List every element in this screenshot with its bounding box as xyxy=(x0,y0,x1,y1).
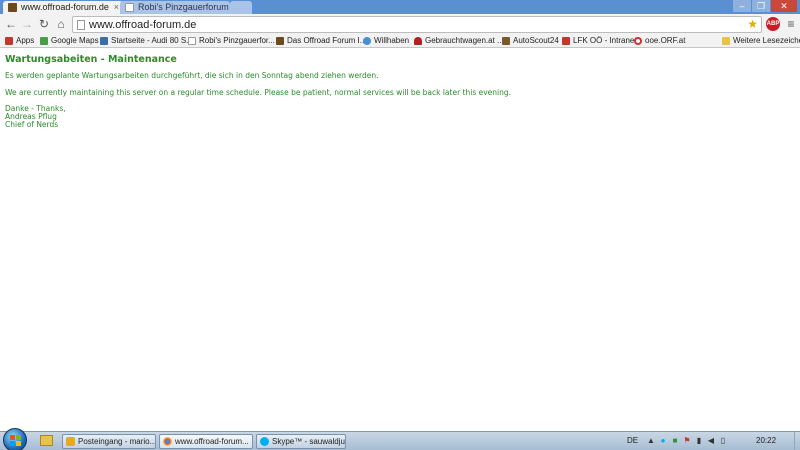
show-hidden-icons-icon[interactable]: ▲ xyxy=(647,436,655,445)
bookmark-ooe-orf[interactable]: ooe.ORF.at xyxy=(634,35,685,47)
windows-taskbar: Posteingang - mario... www.offroad-forum… xyxy=(0,428,800,450)
system-tray: ▲ ● ■ ⚑ ▮ ◀ ▯ xyxy=(647,436,727,445)
page-icon xyxy=(188,37,196,45)
tab-strip: www.offroad-forum.de × Robi's Pinzgauerf… xyxy=(0,0,800,14)
taskbar-item-chrome[interactable]: www.offroad-forum... xyxy=(159,434,253,449)
autoscout-icon xyxy=(502,37,510,45)
network-tray-icon[interactable]: ▮ xyxy=(695,436,703,445)
car-icon xyxy=(414,37,422,45)
signature-line: Danke - Thanks, xyxy=(5,104,66,113)
forward-arrow-icon[interactable]: → xyxy=(20,17,34,31)
folder-icon xyxy=(722,37,730,45)
bookmark-other-folder[interactable]: Weitere Lesezeichen xyxy=(722,35,800,47)
restore-button[interactable]: ❐ xyxy=(752,0,770,12)
bookmarks-bar: Apps Google Maps Startseite - Audi 80 S.… xyxy=(0,35,800,48)
bookmark-label: Apps xyxy=(16,36,35,45)
bookmark-label: Startseite - Audi 80 S... xyxy=(111,36,193,45)
show-desktop-button[interactable] xyxy=(794,432,800,450)
bookmark-label: LFK OÖ - Intranet xyxy=(573,36,637,45)
volume-tray-icon[interactable]: ◀ xyxy=(707,436,715,445)
bookmark-google-maps[interactable]: Google Maps xyxy=(40,35,99,47)
offroad-forum-icon xyxy=(276,37,284,45)
reload-icon[interactable]: ↻ xyxy=(37,17,51,31)
flag-tray-icon[interactable]: ⚑ xyxy=(683,436,691,445)
browser-toolbar: ← → ↻ ⌂ ★ ABP ≡ xyxy=(0,14,800,35)
message-english: We are currently maintaining this server… xyxy=(5,88,512,97)
close-window-button[interactable]: ✕ xyxy=(771,0,797,12)
bookmark-label: Das Offroad Forum I... xyxy=(287,36,367,45)
task-label: Posteingang - mario... xyxy=(78,437,156,446)
signature-title: Chief of Nerds xyxy=(5,120,59,129)
offroad-forum-favicon-icon xyxy=(8,3,17,12)
bookmark-apps[interactable]: Apps xyxy=(5,35,34,47)
lfk-icon xyxy=(562,37,570,45)
url-input[interactable] xyxy=(89,18,729,31)
signature-name: Andreas Pflug xyxy=(5,112,57,121)
taskbar-item-mail[interactable]: Posteingang - mario... xyxy=(62,434,156,449)
task-label: www.offroad-forum... xyxy=(175,437,249,446)
mail-icon xyxy=(66,437,75,446)
skype-icon xyxy=(260,437,269,446)
back-arrow-icon[interactable]: ← xyxy=(4,17,18,31)
orf-icon xyxy=(634,37,642,45)
security-tray-icon[interactable]: ■ xyxy=(671,436,679,445)
close-tab-icon[interactable]: × xyxy=(114,1,119,14)
bookmark-label: Robi's Pinzgauerfor... xyxy=(199,36,275,45)
apps-grid-icon xyxy=(5,37,13,45)
home-icon[interactable]: ⌂ xyxy=(54,17,68,31)
bookmark-lfk-intranet[interactable]: LFK OÖ - Intranet xyxy=(562,35,637,47)
new-tab-button[interactable] xyxy=(230,1,252,14)
system-clock[interactable]: 20:22 xyxy=(756,436,776,445)
bookmark-label: Willhaben xyxy=(374,36,410,45)
extra-tray-icon[interactable]: ▯ xyxy=(719,436,727,445)
google-maps-icon xyxy=(40,37,48,45)
task-label: Skype™ - sauwaldjun... xyxy=(272,437,345,446)
page-favicon-icon xyxy=(125,3,134,12)
minimize-button[interactable]: – xyxy=(733,0,751,12)
message-german: Es werden geplante Wartungsarbeiten durc… xyxy=(5,71,379,80)
bookmark-label: Gebrauchtwagen.at ... xyxy=(425,36,504,45)
bookmark-label: AutoScout24 xyxy=(513,36,559,45)
tab-label: www.offroad-forum.de xyxy=(21,2,109,12)
bookmark-offroad-forum[interactable]: Das Offroad Forum I... xyxy=(276,35,366,47)
chrome-icon xyxy=(163,437,172,446)
adblock-plus-icon[interactable]: ABP xyxy=(766,17,780,31)
maintenance-page: Wartungsabeiten - Maintenance Es werden … xyxy=(5,54,785,129)
window-controls: – ❐ ✕ xyxy=(733,0,797,12)
audi-forum-icon xyxy=(100,37,108,45)
bookmark-label: ooe.ORF.at xyxy=(645,36,686,45)
explorer-folder-icon[interactable] xyxy=(40,435,53,446)
tab-pinzgauerforum[interactable]: Robi's Pinzgauerforum • I xyxy=(120,1,230,14)
bookmark-audi-forum[interactable]: Startseite - Audi 80 S... xyxy=(100,35,193,47)
bookmark-star-icon[interactable]: ★ xyxy=(747,17,758,32)
tab-label: Robi's Pinzgauerforum • I xyxy=(138,2,230,12)
windows-logo-icon xyxy=(10,435,21,446)
start-button[interactable] xyxy=(3,428,27,450)
page-icon xyxy=(77,20,85,30)
bookmark-autoscout24[interactable]: AutoScout24 xyxy=(502,35,559,47)
willhaben-icon xyxy=(363,37,371,45)
bookmark-label: Google Maps xyxy=(51,36,99,45)
bookmark-gebrauchtwagen[interactable]: Gebrauchtwagen.at ... xyxy=(414,35,504,47)
bookmark-label: Weitere Lesezeichen xyxy=(733,36,800,45)
bookmark-pinzgauerforum[interactable]: Robi's Pinzgauerfor... xyxy=(188,35,275,47)
taskbar-item-skype[interactable]: Skype™ - sauwaldjun... xyxy=(256,434,346,449)
page-title: Wartungsabeiten - Maintenance xyxy=(5,54,177,65)
chrome-menu-icon[interactable]: ≡ xyxy=(785,17,797,31)
language-indicator[interactable]: DE xyxy=(627,436,638,445)
address-bar[interactable]: ★ xyxy=(72,16,762,33)
skype-tray-icon[interactable]: ● xyxy=(659,436,667,445)
tab-offroad-forum[interactable]: www.offroad-forum.de × xyxy=(3,1,123,14)
bookmark-willhaben[interactable]: Willhaben xyxy=(363,35,409,47)
